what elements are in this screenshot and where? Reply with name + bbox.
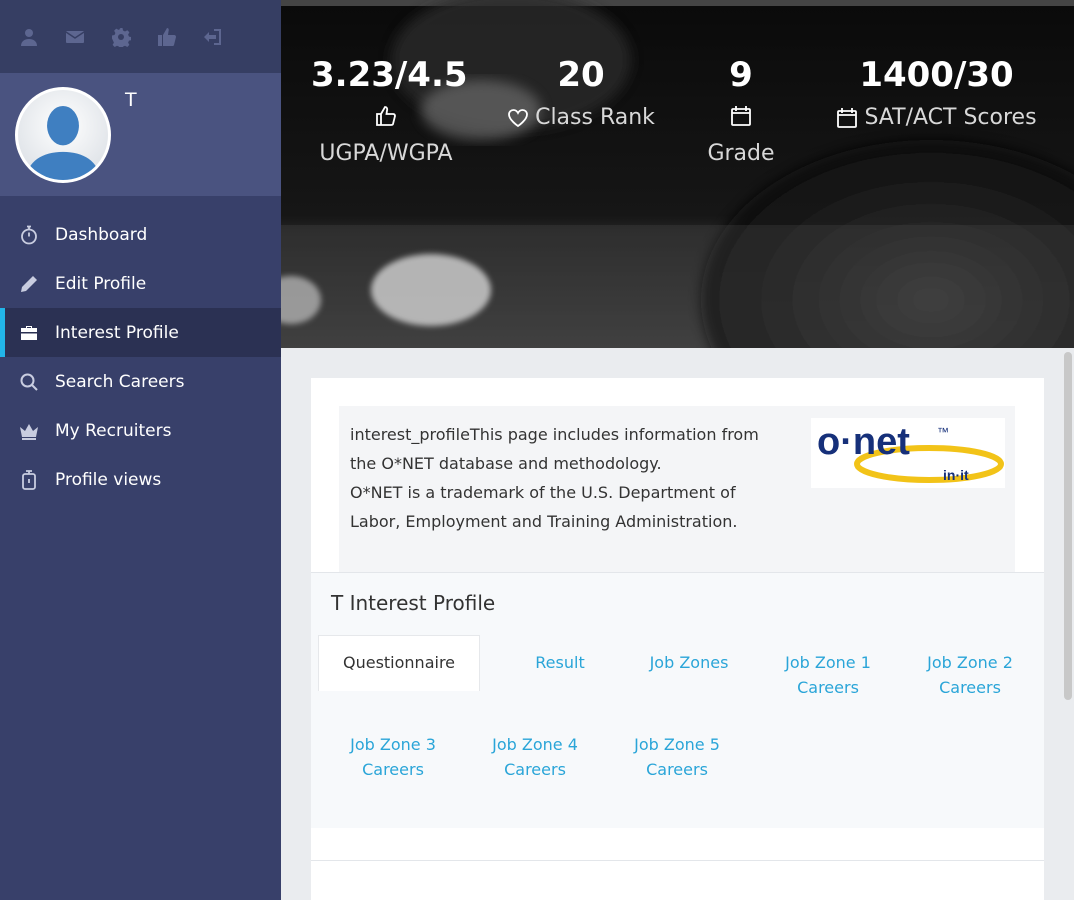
briefcase-icon — [18, 322, 40, 344]
tab-job-zone-5-careers[interactable]: Job Zone 5 Careers — [607, 732, 747, 782]
user-icon[interactable] — [18, 26, 40, 48]
content-card: interest_profileThis page includes infor… — [311, 378, 1044, 900]
section-divider — [311, 860, 1044, 861]
sidebar-item-dashboard[interactable]: Dashboard — [0, 210, 281, 259]
class-rank-label-row: Class Rank — [506, 105, 656, 130]
onet-attribution: interest_profileThis page includes infor… — [339, 406, 1015, 572]
sidebar-item-label: Search Careers — [55, 371, 185, 392]
onet-text-line: Labor, Employment and Training Administr… — [350, 512, 738, 531]
sidebar-item-search-careers[interactable]: Search Careers — [0, 357, 281, 406]
sidebar-item-edit-profile[interactable]: Edit Profile — [0, 259, 281, 308]
tab-label: Careers — [504, 760, 566, 779]
onet-logo-word: o·net — [817, 421, 910, 463]
sign-out-icon[interactable] — [202, 26, 224, 48]
profile-block: T — [0, 73, 281, 196]
search-icon — [18, 371, 40, 393]
crown-icon — [18, 420, 40, 442]
sidebar-item-label: My Recruiters — [55, 420, 172, 441]
tab-label: Result — [535, 653, 585, 672]
sidebar-item-label: Dashboard — [55, 224, 148, 245]
stat-grade: 9 Grade — [681, 55, 801, 166]
tab-job-zone-1-careers[interactable]: Job Zone 1 Careers — [758, 650, 898, 700]
tab-job-zone-3-careers[interactable]: Job Zone 3 Careers — [323, 732, 463, 782]
tab-label: Careers — [646, 760, 708, 779]
sidebar: T Dashboard Edit Profile Interest Profil… — [0, 0, 281, 900]
grade-icon-row — [681, 105, 801, 127]
grade-value: 9 — [729, 55, 753, 95]
stat-sat-act: 1400/30 SAT/ACT Scores — [829, 55, 1044, 130]
thumbs-up-icon[interactable] — [156, 26, 178, 48]
stat-gpa: 3.23/4.5 UGPA/WGPA — [311, 55, 468, 166]
class-rank-value: 20 — [557, 55, 605, 95]
stats-hero: 3.23/4.5 UGPA/WGPA 20 Class Rank 9 Grade… — [281, 0, 1074, 348]
sidebar-item-label: Interest Profile — [55, 322, 179, 343]
tab-label: Questionnaire — [342, 653, 456, 672]
hero-background-graphic — [281, 0, 1074, 348]
gpa-icon-row — [311, 105, 461, 127]
tab-label: Careers — [362, 760, 424, 779]
interest-profile-title: T Interest Profile — [331, 591, 496, 615]
avatar[interactable] — [15, 87, 111, 183]
tab-label: Job Zone 2 — [927, 653, 1013, 672]
tab-job-zone-4-careers[interactable]: Job Zone 4 Careers — [465, 732, 605, 782]
onet-text-line: the O*NET database and methodology. — [350, 454, 662, 473]
tab-label: Job Zone 1 — [785, 653, 871, 672]
tab-label: Careers — [797, 678, 859, 697]
onet-attribution-text: interest_profileThis page includes infor… — [350, 420, 800, 536]
class-rank-label: Class Rank — [535, 105, 655, 130]
tab-job-zone-2-careers[interactable]: Job Zone 2 Careers — [900, 650, 1040, 700]
tab-questionnaire[interactable]: Questionnaire — [318, 635, 480, 691]
stat-class-rank: 20 Class Rank — [506, 55, 656, 130]
calendar-icon — [837, 107, 858, 128]
stopwatch-icon — [18, 224, 40, 246]
tab-label: Careers — [939, 678, 1001, 697]
gpa-label: UGPA/WGPA — [319, 141, 453, 166]
thumbs-up-icon — [376, 106, 396, 126]
onet-logo-tm: ™ — [937, 425, 949, 439]
main-content: interest_profileThis page includes infor… — [281, 348, 1074, 900]
tab-label: Job Zone 3 — [350, 735, 436, 754]
heart-icon — [508, 108, 528, 127]
onet-logo[interactable]: o·net ™ in·it — [811, 418, 1005, 488]
sidebar-item-interest-profile[interactable]: Interest Profile — [0, 308, 281, 357]
sidebar-item-my-recruiters[interactable]: My Recruiters — [0, 406, 281, 455]
sat-act-label: SAT/ACT Scores — [864, 105, 1037, 130]
timer-icon — [18, 469, 40, 491]
interest-profile-panel: T Interest Profile Questionnaire Result … — [311, 572, 1044, 828]
sat-act-value: 1400/30 — [859, 55, 1014, 95]
sat-act-label-row: SAT/ACT Scores — [829, 105, 1044, 130]
grade-label: Grade — [707, 141, 775, 166]
onet-text-line: O*NET is a trademark of the U.S. Departm… — [350, 483, 736, 502]
tab-job-zones[interactable]: Job Zones — [618, 650, 760, 675]
gpa-value: 3.23/4.5 — [311, 55, 468, 95]
gear-icon[interactable] — [110, 26, 132, 48]
tab-label: Job Zone 5 — [634, 735, 720, 754]
sidebar-top-icons — [0, 0, 281, 73]
content-scrollbar[interactable] — [1064, 352, 1072, 700]
onet-logo-sub: in·it — [943, 467, 969, 483]
pencil-icon — [18, 273, 40, 295]
tab-label: Job Zones — [649, 653, 729, 672]
tab-label: Job Zone 4 — [492, 735, 578, 754]
tab-result[interactable]: Result — [500, 650, 620, 675]
sidebar-item-profile-views[interactable]: Profile views — [0, 455, 281, 504]
profile-name: T — [125, 89, 137, 111]
onet-text-line: interest_profileThis page includes infor… — [350, 425, 759, 444]
sidebar-nav: Dashboard Edit Profile Interest Profile … — [0, 210, 281, 504]
sidebar-item-label: Profile views — [55, 469, 162, 490]
envelope-icon[interactable] — [64, 26, 86, 48]
sidebar-item-label: Edit Profile — [55, 273, 147, 294]
calendar-icon — [731, 106, 751, 126]
